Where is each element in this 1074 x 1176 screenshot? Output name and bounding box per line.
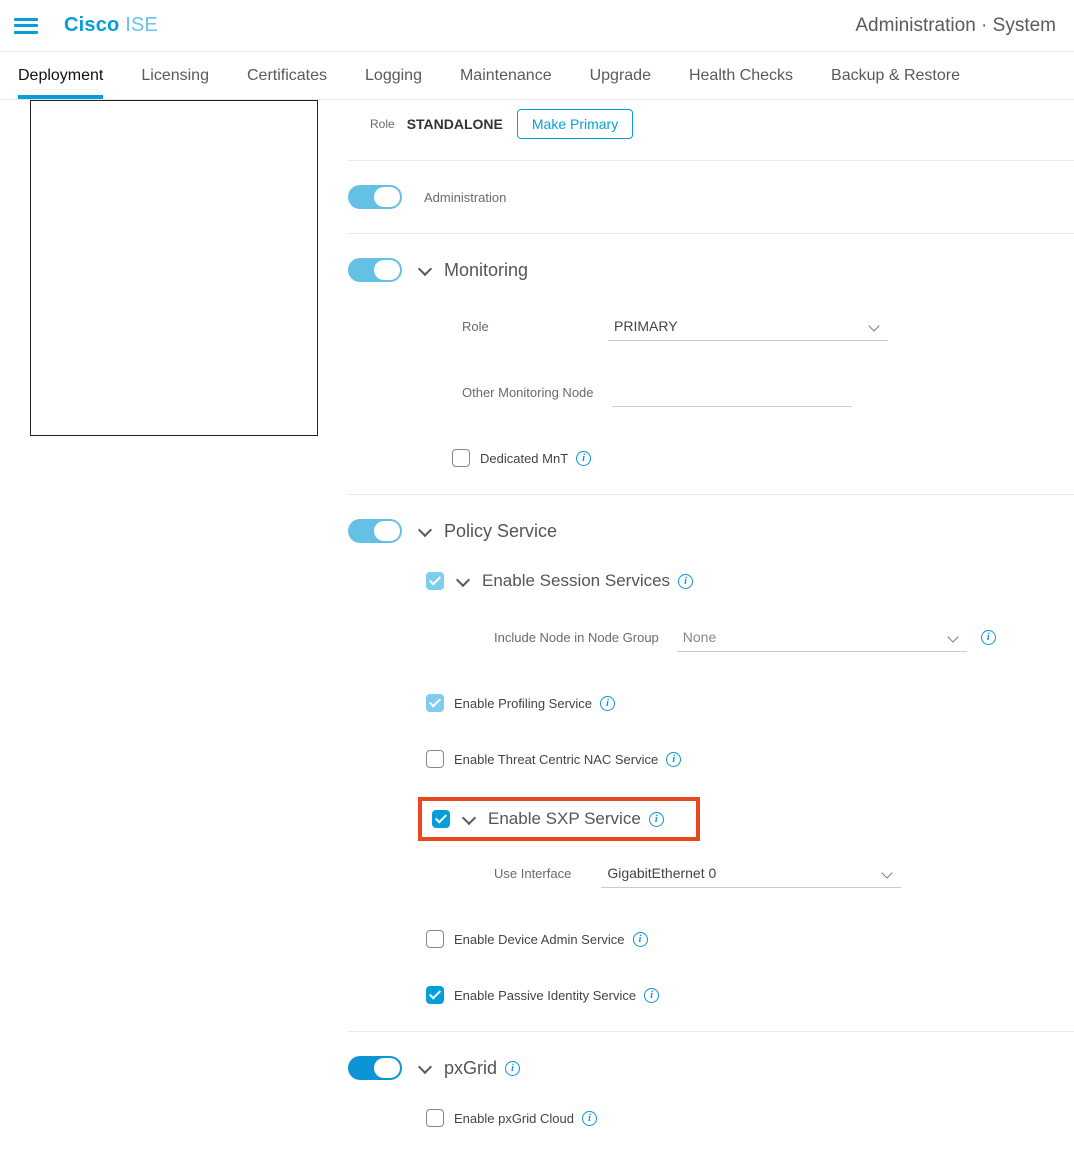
other-monitoring-select-wrap	[612, 378, 852, 407]
dedicated-mnt-checkbox[interactable]	[452, 449, 470, 467]
profiling-checkbox[interactable]	[426, 694, 444, 712]
brand-cisco: Cisco	[64, 14, 119, 36]
info-icon[interactable]: i	[666, 752, 681, 767]
sxp-highlight-wrap: Enable SXP Service i	[348, 797, 1074, 841]
administration-row: Administration	[348, 179, 1074, 215]
threat-centric-row: Enable Threat Centric NAC Service i	[348, 741, 1074, 777]
pxgrid-toggle[interactable]	[348, 1056, 402, 1080]
node-group-select[interactable]: None	[677, 623, 967, 652]
monitoring-role-select-wrap: PRIMARY	[608, 312, 888, 341]
passive-identity-checkbox[interactable]	[426, 986, 444, 1004]
device-admin-label: Enable Device Admin Service	[454, 932, 625, 947]
monitoring-role-row: Role PRIMARY	[348, 308, 1074, 344]
policy-service-title: Policy Service	[444, 521, 557, 542]
sxp-highlight: Enable SXP Service i	[418, 797, 700, 841]
top-bar: Cisco ISE Administration · System	[0, 0, 1074, 52]
threat-centric-label: Enable Threat Centric NAC Service	[454, 752, 658, 767]
session-services-title: Enable Session Services	[482, 571, 670, 591]
content: Role STANDALONE Make Primary Administrat…	[318, 100, 1074, 1176]
menu-icon[interactable]	[12, 14, 40, 38]
policy-service-header: Policy Service	[348, 513, 1074, 549]
divider	[348, 1031, 1074, 1032]
other-monitoring-input[interactable]	[612, 378, 852, 407]
sxp-interface-select-wrap: GigabitEthernet 0	[601, 859, 901, 888]
divider	[348, 494, 1074, 495]
profiling-label: Enable Profiling Service	[454, 696, 592, 711]
brand: Cisco ISE	[64, 14, 158, 37]
passive-identity-label: Enable Passive Identity Service	[454, 988, 636, 1003]
node-group-select-wrap: None	[677, 623, 967, 652]
chevron-down-icon	[883, 869, 893, 879]
session-services-checkbox[interactable]	[426, 572, 444, 590]
chevron-down-icon[interactable]	[456, 574, 470, 588]
tabs: Deployment Licensing Certificates Loggin…	[0, 52, 1074, 100]
tab-upgrade[interactable]: Upgrade	[590, 52, 651, 99]
dedicated-mnt-row: Dedicated MnT i	[348, 440, 1074, 476]
chevron-down-icon	[870, 322, 880, 332]
tab-health-checks[interactable]: Health Checks	[689, 52, 793, 99]
passive-identity-row: Enable Passive Identity Service i	[348, 977, 1074, 1013]
pxgrid-title: pxGrid	[444, 1058, 497, 1079]
sxp-interface-select[interactable]: GigabitEthernet 0	[601, 859, 901, 888]
chevron-down-icon[interactable]	[418, 1061, 432, 1075]
policy-service-toggle[interactable]	[348, 519, 402, 543]
brand-ise: ISE	[125, 14, 158, 36]
pxgrid-cloud-label: Enable pxGrid Cloud	[454, 1111, 574, 1126]
chevron-down-icon	[949, 633, 959, 643]
monitoring-role-select[interactable]: PRIMARY	[608, 312, 888, 341]
divider	[348, 160, 1074, 161]
info-icon[interactable]: i	[678, 574, 693, 589]
pxgrid-cloud-checkbox[interactable]	[426, 1109, 444, 1127]
chevron-down-icon[interactable]	[418, 524, 432, 538]
monitoring-header: Monitoring	[348, 252, 1074, 288]
profiling-row: Enable Profiling Service i	[348, 685, 1074, 721]
sxp-interface-label: Use Interface	[494, 866, 571, 881]
info-icon[interactable]: i	[981, 630, 996, 645]
sidebar-panel	[30, 100, 318, 436]
device-admin-row: Enable Device Admin Service i	[348, 921, 1074, 957]
node-group-row: Include Node in Node Group None i	[348, 619, 1074, 655]
info-icon[interactable]: i	[649, 812, 664, 827]
chevron-down-icon[interactable]	[462, 812, 476, 826]
other-monitoring-label: Other Monitoring Node	[462, 385, 612, 400]
monitoring-toggle[interactable]	[348, 258, 402, 282]
sxp-title: Enable SXP Service	[488, 809, 641, 829]
tab-certificates[interactable]: Certificates	[247, 52, 327, 99]
monitoring-title: Monitoring	[444, 260, 528, 281]
info-icon[interactable]: i	[600, 696, 615, 711]
other-monitoring-row: Other Monitoring Node	[348, 374, 1074, 410]
sxp-checkbox[interactable]	[432, 810, 450, 828]
dedicated-mnt-label: Dedicated MnT	[480, 451, 568, 466]
info-icon[interactable]: i	[582, 1111, 597, 1126]
administration-label: Administration	[424, 190, 506, 205]
breadcrumb: Administration · System	[855, 15, 1056, 37]
role-value: STANDALONE	[407, 116, 503, 132]
make-primary-button[interactable]: Make Primary	[517, 109, 633, 139]
chevron-down-icon[interactable]	[418, 263, 432, 277]
info-icon[interactable]: i	[505, 1061, 520, 1076]
main-area: Role STANDALONE Make Primary Administrat…	[0, 100, 1074, 1176]
session-services-row: Enable Session Services i	[348, 563, 1074, 599]
tab-maintenance[interactable]: Maintenance	[460, 52, 552, 99]
threat-centric-checkbox[interactable]	[426, 750, 444, 768]
divider	[348, 233, 1074, 234]
info-icon[interactable]: i	[633, 932, 648, 947]
administration-toggle[interactable]	[348, 185, 402, 209]
pxgrid-cloud-row: Enable pxGrid Cloud i	[348, 1100, 1074, 1136]
tab-backup-restore[interactable]: Backup & Restore	[831, 52, 960, 99]
tab-deployment[interactable]: Deployment	[18, 52, 103, 99]
pxgrid-header: pxGrid i	[348, 1050, 1074, 1086]
tab-logging[interactable]: Logging	[365, 52, 422, 99]
node-group-label: Include Node in Node Group	[494, 630, 659, 645]
info-icon[interactable]: i	[576, 451, 591, 466]
tab-licensing[interactable]: Licensing	[141, 52, 209, 99]
info-icon[interactable]: i	[644, 988, 659, 1003]
role-row: Role STANDALONE Make Primary	[348, 106, 1074, 142]
device-admin-checkbox[interactable]	[426, 930, 444, 948]
sxp-interface-row: Use Interface GigabitEthernet 0	[348, 855, 1074, 891]
monitoring-role-label: Role	[462, 319, 572, 334]
role-label: Role	[370, 117, 395, 131]
